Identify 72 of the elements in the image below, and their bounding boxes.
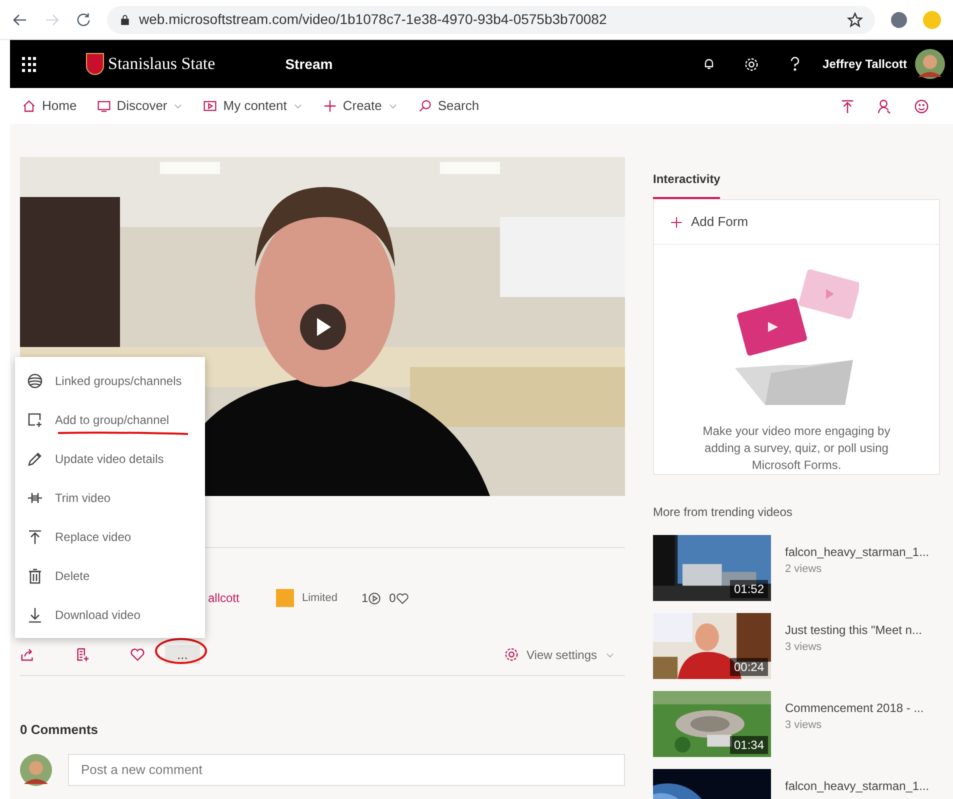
play-count: 1 — [361, 590, 368, 607]
add-square-icon — [27, 412, 43, 428]
home-icon — [22, 99, 36, 113]
settings-icon — [744, 56, 759, 72]
video-title[interactable]: falcon_heavy_starman_1... — [785, 777, 930, 795]
video-title[interactable]: Just testing this "Meet n... — [785, 621, 922, 639]
owner-link[interactable]: allcott — [208, 589, 268, 607]
video-title[interactable]: Commencement 2018 - ... — [785, 699, 924, 717]
menu-item[interactable]: Trim video — [15, 478, 205, 517]
app-title: Stream — [285, 54, 333, 74]
play-icon — [203, 99, 218, 113]
upload-icon — [27, 528, 43, 544]
reload-icon — [76, 12, 91, 27]
playlist-add-icon — [75, 647, 90, 662]
more-button[interactable]: ... — [165, 644, 200, 664]
user-name[interactable]: Jeffrey Tallcott — [822, 55, 907, 73]
pencil-icon — [27, 450, 43, 466]
avatar — [20, 754, 52, 786]
permission-label: Limited — [302, 590, 338, 606]
duration-label: 01:34 — [730, 736, 768, 754]
brand-name: Stanislaus State — [108, 53, 216, 76]
screen-icon — [96, 99, 111, 113]
extension-icon[interactable] — [891, 12, 907, 28]
play-circle-icon — [368, 592, 382, 604]
nav-link[interactable]: My content — [223, 96, 287, 116]
play-icon — [314, 317, 332, 337]
trending-heading: More from trending videos — [653, 504, 794, 521]
nav-link[interactable]: Home — [42, 96, 77, 116]
menu-item[interactable]: Replace video — [15, 517, 205, 556]
video-title[interactable]: falcon_heavy_starman_1... — [785, 543, 930, 561]
forms-message: Make your video more engaging by adding a survey, quiz, or poll using Microsoft Forms. — [702, 423, 892, 474]
lock-icon — [119, 14, 131, 26]
plus-icon — [322, 99, 337, 113]
forward-arrow-icon — [44, 12, 60, 28]
back-arrow-icon — [12, 12, 28, 28]
address-bar[interactable]: web.microsoftstream.com/video/1b1078c7-1e38-4970-93b4-0575b3b70082 — [107, 6, 875, 34]
shield-logo-icon — [86, 53, 104, 75]
view-count: 2 views — [785, 562, 823, 577]
share-icon — [20, 647, 35, 662]
view-count: 3 views — [785, 640, 823, 655]
permission-icon — [276, 589, 294, 607]
menu-item[interactable]: Add to group/channel — [15, 400, 205, 439]
plus-icon — [670, 216, 683, 228]
globe-icon — [27, 372, 43, 388]
nav-link[interactable]: Discover — [116, 96, 168, 116]
upload-icon — [840, 98, 855, 114]
search-icon — [418, 99, 432, 113]
menu-item[interactable]: Linked groups/channels — [15, 361, 205, 400]
view-count: 3 views — [785, 718, 823, 733]
url-text: web.microsoftstream.com/video/1b1078c7-1e38-4970-93b4-0575b3b70082 — [139, 10, 607, 29]
add-form-button[interactable]: Add Form — [691, 212, 748, 232]
duration-label: 00:24 — [730, 658, 768, 676]
nav-link[interactable]: Create — [342, 96, 382, 116]
duration-label: 01:52 — [730, 580, 768, 598]
settings-icon — [504, 647, 519, 662]
heart-icon — [130, 647, 145, 662]
heart-icon — [396, 592, 409, 604]
app-launcher-icon[interactable] — [22, 56, 36, 72]
download-icon — [27, 606, 43, 622]
trash-icon — [27, 568, 43, 584]
comments-heading: 0 Comments — [20, 721, 100, 739]
menu-item[interactable]: Delete — [15, 556, 205, 595]
like-count: 0 — [389, 590, 396, 607]
view-settings-button[interactable]: View settings — [526, 646, 597, 664]
menu-item[interactable]: Update video details — [15, 439, 205, 478]
comment-field[interactable]: Post a new comment — [68, 754, 625, 786]
person-icon — [877, 98, 892, 114]
menu-item[interactable]: Download video — [15, 595, 205, 634]
avatar[interactable] — [915, 49, 945, 79]
nav-link[interactable]: Search — [438, 96, 480, 116]
smiley-icon — [914, 98, 929, 114]
star-icon — [847, 12, 863, 28]
